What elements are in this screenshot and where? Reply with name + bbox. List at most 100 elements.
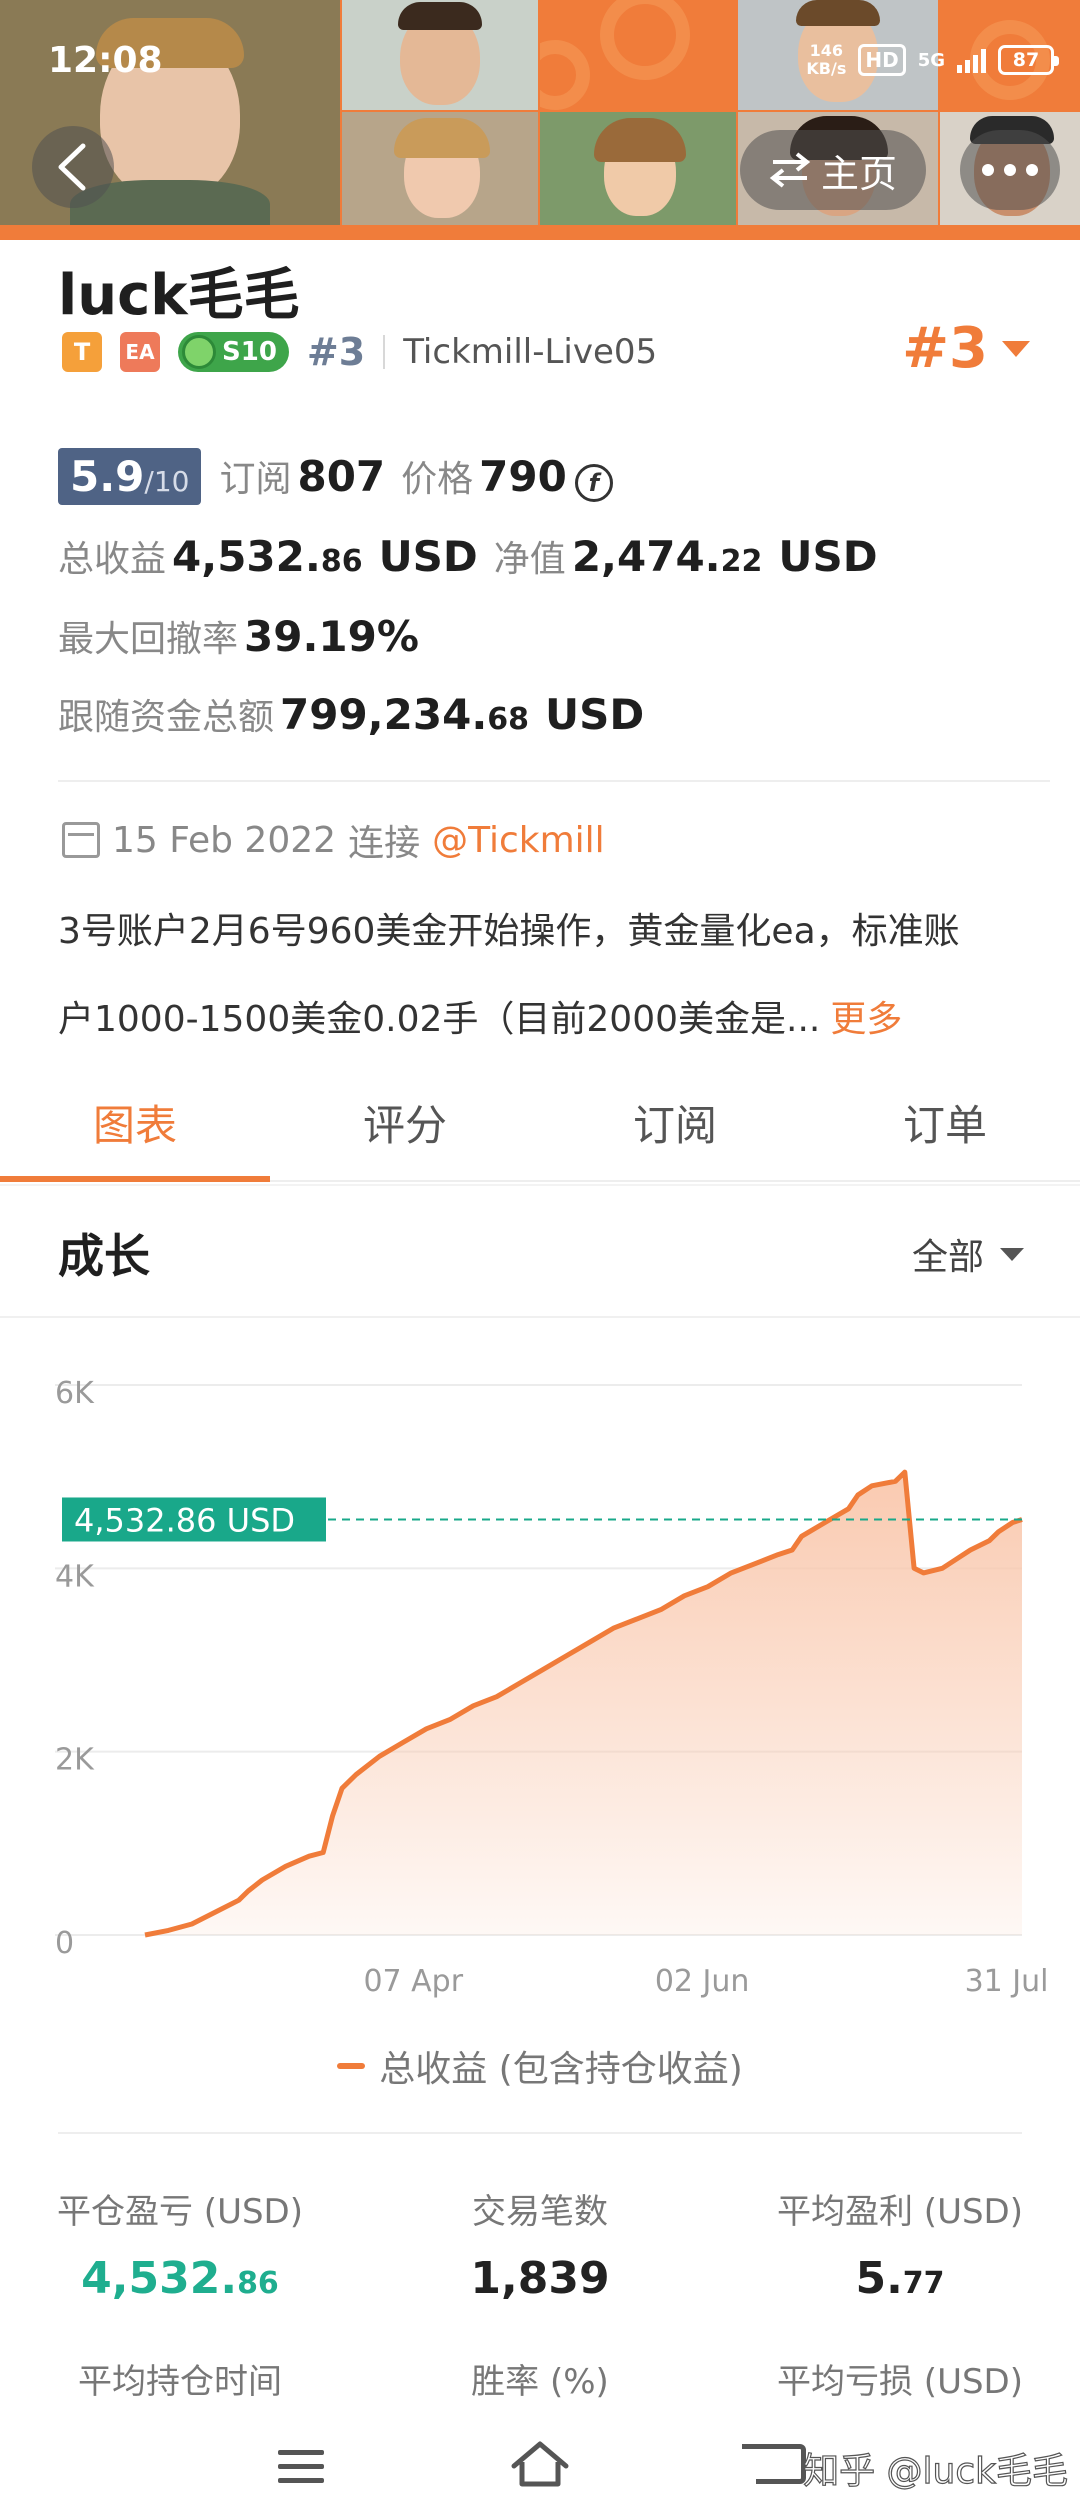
- avatar-tile: [342, 0, 538, 110]
- home-label: 主页: [820, 151, 897, 196]
- summary-value-dec: 77: [902, 2266, 945, 2301]
- y-tick-label: 6K: [55, 1376, 95, 1411]
- max-drawdown-value: 39.19%: [244, 612, 419, 661]
- menu-icon[interactable]: [278, 2450, 324, 2492]
- coin-icon: f: [574, 464, 613, 502]
- divider: [383, 335, 386, 369]
- avatar-tile: [540, 112, 736, 225]
- swap-arrows-icon: [769, 152, 811, 188]
- home-icon[interactable]: [510, 2440, 570, 2490]
- summary-avg-profit: 平均盈利 (USD) 5.77: [750, 2184, 1050, 2304]
- summary-closed-pnl: 平仓盈亏 (USD) 4,532.86: [30, 2184, 330, 2304]
- battery-level: 87: [1012, 49, 1040, 71]
- summary-avg-loss: 平均亏损 (USD): [750, 2354, 1050, 2403]
- score-value: 5.9: [70, 452, 145, 501]
- summary-value-int: 4,532.: [81, 2253, 238, 2304]
- calendar-icon: [62, 822, 100, 858]
- battery-icon: 87: [998, 45, 1059, 75]
- total-profit-unit: USD: [378, 532, 478, 581]
- summary-label: 交易笔数: [472, 2192, 608, 2232]
- equity-unit: USD: [778, 532, 878, 581]
- trader-tags: T EA S10 #3 Tickmill-Live05: [62, 330, 657, 374]
- profile-banner: [0, 0, 1080, 240]
- more-link[interactable]: 更多: [830, 999, 902, 1040]
- chart-legend: 总收益 (包含持仓收益): [0, 2040, 1080, 2092]
- tag-ea-badge: EA: [120, 332, 160, 372]
- growth-chart[interactable]: 6K 4K 2K 0 4,532.86 USD 07 Apr 02 Jun 31 Jul: [0, 1330, 1080, 2060]
- connect-label: 连接: [348, 823, 421, 864]
- summary-trade-count: 交易笔数 1,839: [390, 2184, 690, 2304]
- connect-info: 15 Feb 2022 连接 @Tickmill: [62, 814, 605, 866]
- divider: [58, 780, 1050, 782]
- back-icon[interactable]: [742, 2444, 806, 2484]
- divider: [58, 2132, 1022, 2134]
- season-badge: S10: [178, 332, 289, 372]
- tab-orders[interactable]: 订单: [810, 1086, 1080, 1180]
- banner-accent-bar: [0, 225, 1080, 240]
- rank-small: #3: [306, 330, 366, 374]
- follow-funds-label: 跟随资金总额: [58, 697, 275, 738]
- equity-int: 2,474.: [571, 532, 721, 581]
- current-value-label: 4,532.86 USD: [74, 1501, 295, 1539]
- rank-big-label: #3: [902, 316, 988, 381]
- price-label: 价格: [401, 459, 474, 500]
- summary-value: 5.77: [750, 2253, 1050, 2304]
- net-speed-value: 146: [809, 41, 844, 60]
- system-nav-bar: 知乎 @luck毛毛: [0, 2420, 1080, 2520]
- back-button[interactable]: [32, 126, 114, 208]
- follow-funds-int: 799,234.: [280, 690, 488, 739]
- tab-rating[interactable]: 评分: [270, 1086, 540, 1180]
- tab-bar: 图表 评分 订阅 订单: [0, 1086, 1080, 1182]
- pattern-tile: [540, 0, 736, 110]
- y-tick-label: 4K: [55, 1559, 95, 1594]
- score-max: /10: [144, 465, 190, 498]
- subscribe-label: 订阅: [219, 459, 292, 500]
- area-fill: [145, 1472, 1022, 1935]
- rank-dropdown[interactable]: #3: [902, 316, 1030, 381]
- more-dots-icon: [982, 164, 1038, 176]
- summary-value: 4,532.86: [30, 2253, 330, 2304]
- x-tick-label: 02 Jun: [655, 1964, 750, 1999]
- total-profit-dec: 86: [320, 544, 363, 579]
- home-button[interactable]: 主页: [740, 130, 926, 210]
- broker-link[interactable]: @Tickmill: [432, 820, 605, 861]
- server-name: Tickmill-Live05: [403, 332, 658, 372]
- network-type: 5G: [917, 49, 945, 71]
- summary-label: 胜率 (%): [471, 2362, 609, 2402]
- trader-name: luck毛毛: [58, 263, 300, 328]
- connect-date: 15 Feb 2022: [112, 819, 337, 861]
- net-speed: 146 KB/s: [806, 42, 846, 78]
- range-filter-label: 全部: [911, 1237, 984, 1278]
- more-button[interactable]: [960, 130, 1060, 210]
- total-profit-int: 4,532.: [172, 532, 321, 581]
- divider: [0, 1316, 1080, 1318]
- hd-icon: HD: [858, 44, 906, 76]
- summary-value: 1,839: [390, 2253, 690, 2304]
- subscribe-value: 807: [297, 452, 386, 501]
- tab-chart[interactable]: 图表: [0, 1086, 270, 1182]
- summary-avg-hold-time: 平均持仓时间: [30, 2354, 330, 2403]
- tag-t-badge: T: [62, 332, 102, 372]
- season-coin-icon: [182, 335, 216, 369]
- equity-dec: 22: [720, 544, 763, 579]
- summary-label: 平均盈利 (USD): [777, 2192, 1023, 2232]
- range-filter[interactable]: 全部: [912, 1228, 1024, 1280]
- legend-label: 总收益 (包含持仓收益): [379, 2049, 743, 2090]
- legend-swatch: [337, 2063, 366, 2069]
- summary-value-int: 5.: [855, 2253, 903, 2304]
- status-icons: 146 KB/s HD 5G 87: [806, 42, 1059, 78]
- summary-win-rate: 胜率 (%): [390, 2354, 690, 2403]
- follow-funds-dec: 68: [487, 702, 530, 737]
- strategy-description: 3号账户2月6号960美金开始操作，黄金量化ea，标准账 户1000-1500美…: [58, 888, 1048, 1064]
- divider: [0, 1184, 1080, 1186]
- stats-row-3: 最大回撤率 39.19%: [58, 610, 435, 662]
- status-time: 12:08: [48, 40, 163, 81]
- x-tick-label: 31 Jul: [965, 1964, 1049, 1999]
- description-line: 户1000-1500美金0.02手（目前2000美金是...: [58, 999, 821, 1040]
- net-speed-unit: KB/s: [806, 59, 847, 78]
- tab-subscribe[interactable]: 订阅: [540, 1086, 810, 1180]
- summary-label: 平均亏损 (USD): [777, 2362, 1023, 2402]
- follow-funds-unit: USD: [545, 690, 645, 739]
- watermark: 知乎 @luck毛毛: [802, 2450, 1068, 2492]
- equity-label: 净值: [493, 539, 566, 580]
